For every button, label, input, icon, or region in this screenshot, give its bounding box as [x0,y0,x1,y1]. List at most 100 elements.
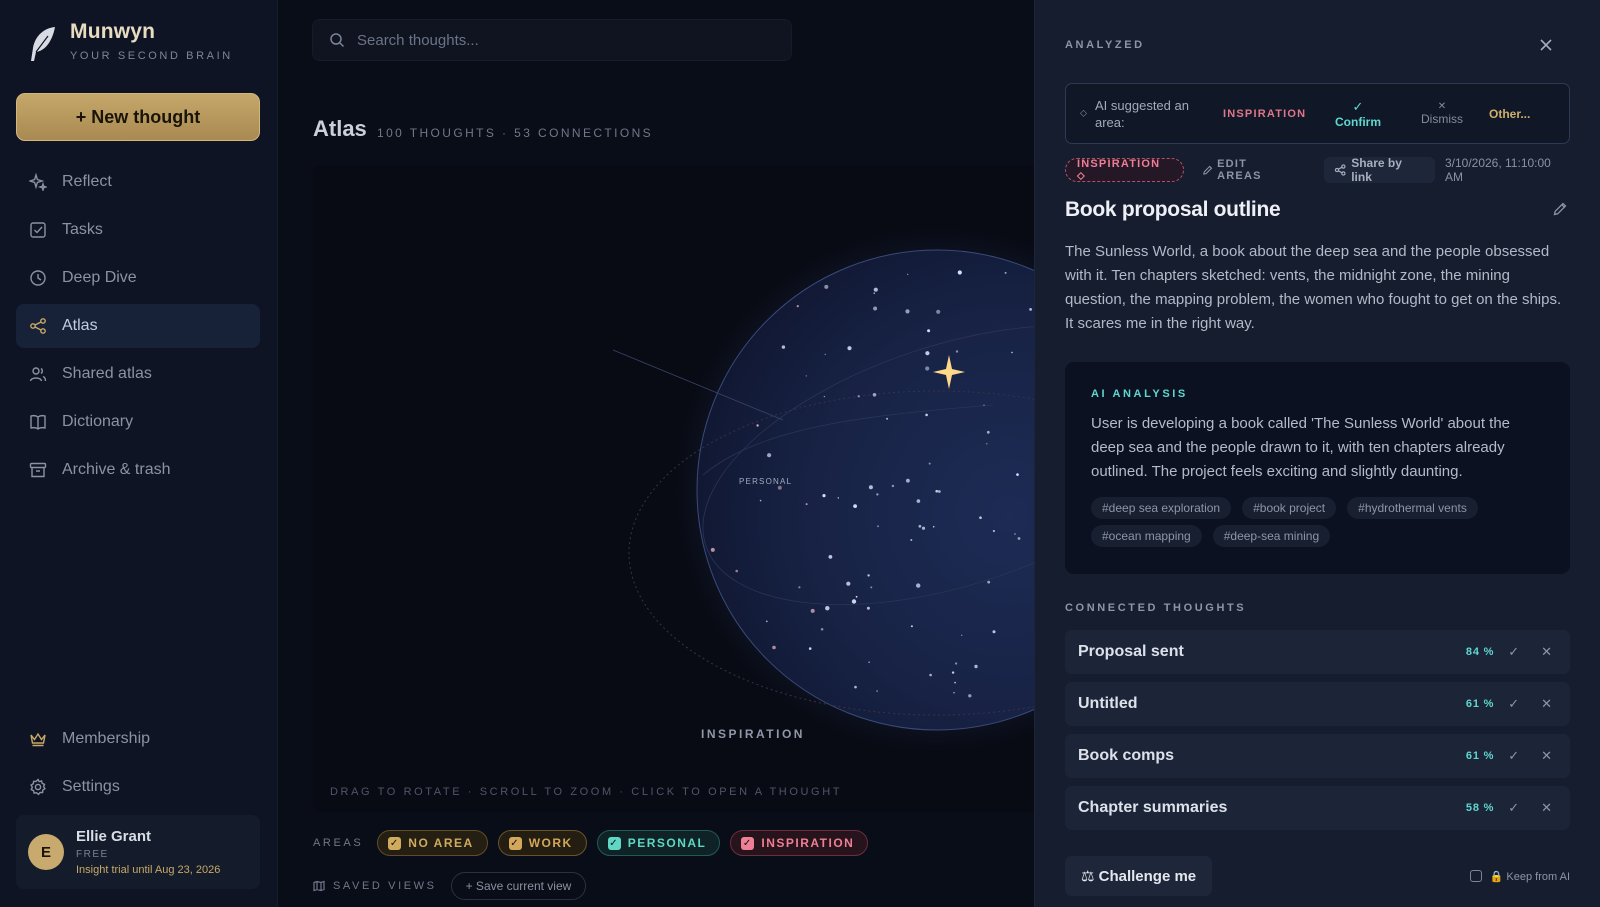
thought-star[interactable] [837,497,839,499]
thought-star[interactable] [810,608,815,613]
thought-star[interactable] [986,443,988,445]
thought-star[interactable] [710,547,715,552]
thought-star[interactable] [983,404,985,406]
thought-star[interactable] [1014,533,1016,535]
checkbox[interactable] [1469,870,1482,882]
thought-star[interactable] [824,284,829,289]
thought-star[interactable] [777,485,782,490]
thought-star[interactable] [979,516,982,519]
thought-star[interactable] [928,462,931,465]
keep-from-ai-toggle[interactable]: 🔒 Keep from AI [1469,870,1570,883]
thought-star[interactable] [974,664,978,669]
accept-icon[interactable]: ✓ [1508,800,1519,816]
thought-star[interactable] [857,395,860,398]
thought-star[interactable] [927,329,931,333]
thought-star[interactable] [921,526,926,530]
thought-star[interactable] [847,346,852,351]
tag[interactable]: #ocean mapping [1091,525,1202,547]
thought-star[interactable] [968,694,972,698]
thought-star[interactable] [987,580,991,584]
list-item[interactable]: Untitled 61 % ✓ ✕ [1065,682,1570,726]
atlas-globe[interactable]: PERSONAL INSPIRATION [313,165,1034,812]
thought-star[interactable] [853,504,857,508]
area-chip-personal[interactable]: ✓ PERSONAL [596,830,721,856]
accept-icon[interactable]: ✓ [1508,696,1519,712]
thought-star[interactable] [932,525,935,528]
thought-star[interactable] [868,661,870,663]
thought-star[interactable] [1004,271,1007,274]
reject-icon[interactable]: ✕ [1541,800,1552,816]
sidebar-item-tasks[interactable]: Tasks [16,208,260,252]
thought-star[interactable] [953,691,955,694]
brand[interactable]: Munwyn YOUR SECOND BRAIN [26,20,233,64]
thought-star[interactable] [1017,537,1021,540]
thought-star[interactable] [873,306,878,311]
thought-star[interactable] [1016,473,1019,476]
reject-icon[interactable]: ✕ [1541,644,1552,660]
thought-star[interactable] [851,599,857,604]
thought-star[interactable] [735,569,738,573]
thought-star[interactable] [905,309,910,314]
area-chip-inspiration[interactable]: ✓ INSPIRATION [730,830,869,856]
thought-star[interactable] [872,393,877,397]
thought-star[interactable] [805,375,807,377]
thought-star[interactable] [929,673,932,677]
thought-star[interactable] [854,685,857,689]
area-chip-no-area[interactable]: ✓ NO AREA [377,830,488,856]
thought-star[interactable] [992,630,996,634]
sidebar-item-membership[interactable]: Membership [16,717,260,761]
accept-icon[interactable]: ✓ [1508,748,1519,764]
challenge-me-button[interactable]: ⚖ Challenge me [1065,856,1213,896]
atlas-canvas[interactable]: PERSONAL INSPIRATION [313,165,1034,812]
thought-star[interactable] [772,645,776,650]
share-link-button[interactable]: Share by link [1324,156,1435,184]
thought-body[interactable]: The Sunless World, a book about the deep… [1065,240,1570,336]
sidebar-item-archive[interactable]: Archive & trash [16,448,260,492]
other-area-button[interactable]: Other... [1489,107,1530,121]
thought-star[interactable] [765,620,768,623]
thought-star[interactable] [873,287,878,292]
thought-star[interactable] [824,353,826,355]
dismiss-button[interactable]: ✕ Dismiss [1407,101,1477,126]
area-chip-work[interactable]: ✓ WORK [497,830,587,856]
save-view-button[interactable]: + Save current view [450,872,587,900]
thought-star[interactable] [906,478,910,483]
thought-title[interactable]: Book proposal outline [1065,198,1570,222]
thought-star[interactable] [877,525,879,528]
confirm-button[interactable]: ✓ Confirm [1323,99,1393,129]
thought-star[interactable] [957,270,962,275]
sidebar-item-shared-atlas[interactable]: Shared atlas [16,352,260,396]
user-card[interactable]: E Ellie Grant FREE Insight trial until A… [16,815,260,889]
thought-star[interactable] [907,273,909,275]
sidebar-item-reflect[interactable]: Reflect [16,160,260,204]
list-item[interactable]: Book comps 61 % ✓ ✕ [1065,734,1570,778]
thought-star[interactable] [886,417,889,420]
thought-star[interactable] [866,606,870,610]
thought-star[interactable] [986,430,990,434]
thought-star[interactable] [937,490,941,493]
tag[interactable]: #deep sea exploration [1091,497,1232,519]
tag[interactable]: #deep-sea mining [1212,525,1331,547]
thought-star[interactable] [992,529,996,533]
thought-star[interactable] [876,690,878,692]
thought-star[interactable] [916,583,921,588]
thought-star[interactable] [910,625,913,628]
area-pill[interactable]: INSPIRATION ⬦ [1065,158,1185,182]
thought-star[interactable] [767,453,772,458]
thought-star[interactable] [954,681,956,684]
sidebar-item-settings[interactable]: Settings [16,765,260,809]
thought-star[interactable] [918,524,922,528]
thought-star[interactable] [808,647,812,650]
thought-star[interactable] [910,539,913,541]
thought-star[interactable] [820,628,824,631]
search-bar[interactable] [312,19,792,61]
tag[interactable]: #book project [1242,497,1337,519]
thought-star[interactable] [955,662,958,665]
thought-star[interactable] [759,499,762,502]
edit-areas-button[interactable]: EDIT AREAS [1202,158,1294,182]
thought-star[interactable] [855,595,858,598]
list-item[interactable]: Proposal sent 84 % ✓ ✕ [1065,630,1570,674]
thought-star[interactable] [925,413,928,417]
thought-star[interactable] [756,424,759,427]
thought-star[interactable] [955,350,959,353]
